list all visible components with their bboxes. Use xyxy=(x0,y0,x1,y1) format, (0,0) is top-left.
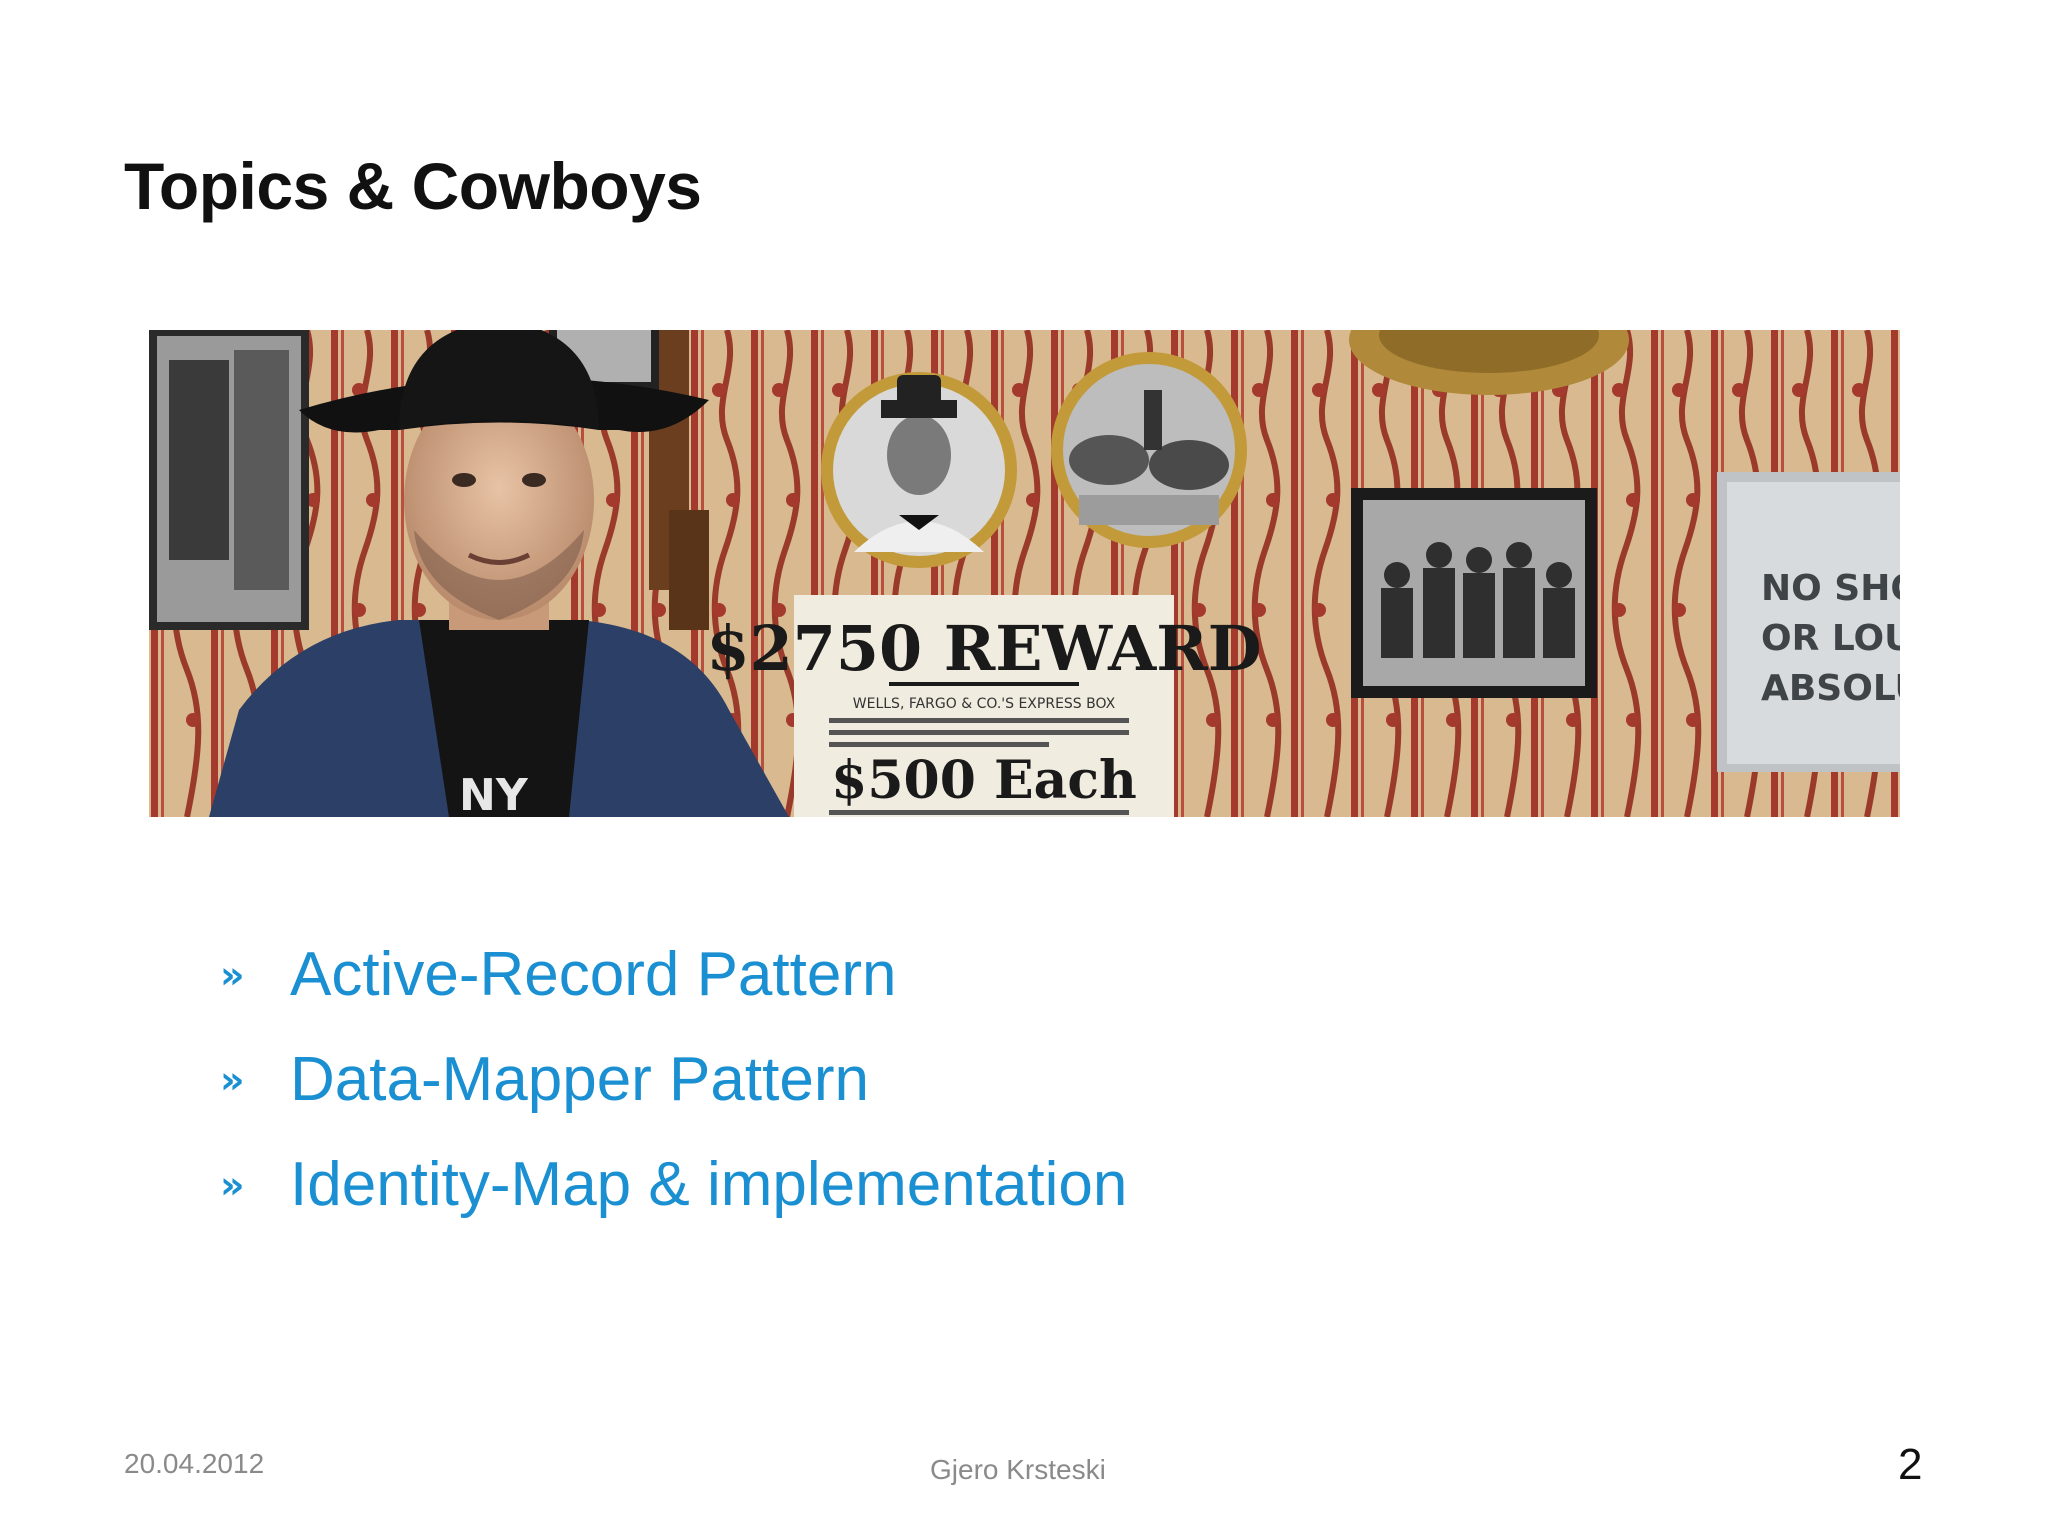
topic-list: » Active-Record Pattern » Data-Mapper Pa… xyxy=(220,922,1127,1237)
list-item-text: Identity-Map & implementation xyxy=(290,1150,1128,1219)
page-number: 2 xyxy=(1898,1440,1923,1489)
bullet-icon: » xyxy=(220,952,245,997)
list-item-text: Active-Record Pattern xyxy=(290,940,897,1009)
list-item: » Identity-Map & implementation xyxy=(220,1132,1127,1237)
cowboy-photo: NO SHOOT OR LOUD ABSOLUTE $2750 REWARD W… xyxy=(149,330,1900,817)
sign-line1: NO SHOOT xyxy=(1761,568,1900,609)
reward-line1: WELLS, FARGO & CO.'S EXPRESS BOX xyxy=(853,696,1116,712)
bullet-icon: » xyxy=(220,1057,245,1102)
shirt-print: NY xyxy=(459,770,529,817)
reward-headline: $2750 REWARD xyxy=(706,612,1261,685)
list-item: » Active-Record Pattern xyxy=(220,922,1127,1027)
list-item: » Data-Mapper Pattern xyxy=(220,1027,1127,1132)
sign-line2: OR LOUD xyxy=(1761,618,1900,659)
photo-illustration: NO SHOOT OR LOUD ABSOLUTE $2750 REWARD W… xyxy=(149,330,1900,817)
footer-author: Gjero Krsteski xyxy=(930,1454,1106,1485)
footer-date: 20.04.2012 xyxy=(124,1448,265,1479)
reward-amount: $500 Each xyxy=(831,750,1137,811)
sign-line3: ABSOLUTE xyxy=(1761,668,1900,709)
bullet-icon: » xyxy=(220,1162,245,1207)
slide: Topics & Cowboys NO SH OR LOU ABSOL $275… xyxy=(0,0,2048,1536)
slide-title: Topics & Cowboys xyxy=(124,149,702,223)
list-item-text: Data-Mapper Pattern xyxy=(290,1045,869,1114)
